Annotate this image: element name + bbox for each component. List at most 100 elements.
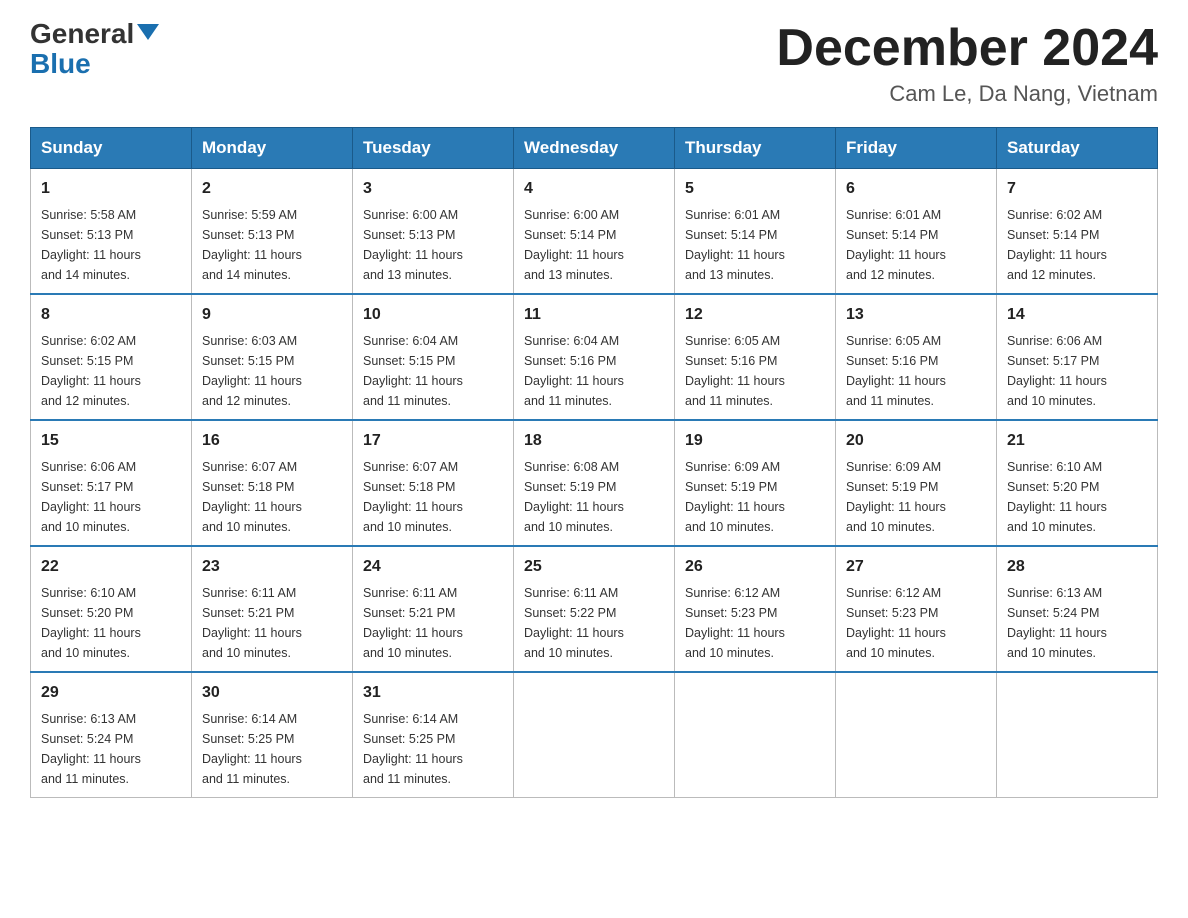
day-number: 4 [524,177,664,201]
header-tuesday: Tuesday [353,128,514,169]
day-number: 29 [41,681,181,705]
day-info: Sunrise: 6:03 AM Sunset: 5:15 PM Dayligh… [202,331,342,411]
day-info: Sunrise: 6:12 AM Sunset: 5:23 PM Dayligh… [685,583,825,663]
day-cell: 28 Sunrise: 6:13 AM Sunset: 5:24 PM Dayl… [997,546,1158,672]
day-cell: 6 Sunrise: 6:01 AM Sunset: 5:14 PM Dayli… [836,169,997,295]
week-row-1: 1 Sunrise: 5:58 AM Sunset: 5:13 PM Dayli… [31,169,1158,295]
calendar-subtitle: Cam Le, Da Nang, Vietnam [776,81,1158,107]
day-cell: 27 Sunrise: 6:12 AM Sunset: 5:23 PM Dayl… [836,546,997,672]
day-info: Sunrise: 6:11 AM Sunset: 5:21 PM Dayligh… [202,583,342,663]
day-info: Sunrise: 6:10 AM Sunset: 5:20 PM Dayligh… [41,583,181,663]
day-cell: 21 Sunrise: 6:10 AM Sunset: 5:20 PM Dayl… [997,420,1158,546]
day-cell: 1 Sunrise: 5:58 AM Sunset: 5:13 PM Dayli… [31,169,192,295]
day-cell: 29 Sunrise: 6:13 AM Sunset: 5:24 PM Dayl… [31,672,192,798]
page-header: General Blue December 2024 Cam Le, Da Na… [30,20,1158,107]
header-saturday: Saturday [997,128,1158,169]
day-info: Sunrise: 6:02 AM Sunset: 5:14 PM Dayligh… [1007,205,1147,285]
day-cell [514,672,675,798]
day-number: 22 [41,555,181,579]
day-number: 18 [524,429,664,453]
logo-text-general: General [30,20,134,48]
day-info: Sunrise: 6:09 AM Sunset: 5:19 PM Dayligh… [685,457,825,537]
day-number: 16 [202,429,342,453]
day-number: 3 [363,177,503,201]
day-info: Sunrise: 6:11 AM Sunset: 5:22 PM Dayligh… [524,583,664,663]
day-cell: 17 Sunrise: 6:07 AM Sunset: 5:18 PM Dayl… [353,420,514,546]
day-cell: 2 Sunrise: 5:59 AM Sunset: 5:13 PM Dayli… [192,169,353,295]
day-cell: 25 Sunrise: 6:11 AM Sunset: 5:22 PM Dayl… [514,546,675,672]
day-cell: 18 Sunrise: 6:08 AM Sunset: 5:19 PM Dayl… [514,420,675,546]
day-number: 20 [846,429,986,453]
day-info: Sunrise: 6:12 AM Sunset: 5:23 PM Dayligh… [846,583,986,663]
day-cell: 5 Sunrise: 6:01 AM Sunset: 5:14 PM Dayli… [675,169,836,295]
day-number: 5 [685,177,825,201]
day-info: Sunrise: 6:01 AM Sunset: 5:14 PM Dayligh… [685,205,825,285]
days-of-week-row: Sunday Monday Tuesday Wednesday Thursday… [31,128,1158,169]
day-number: 9 [202,303,342,327]
day-cell: 22 Sunrise: 6:10 AM Sunset: 5:20 PM Dayl… [31,546,192,672]
day-cell: 23 Sunrise: 6:11 AM Sunset: 5:21 PM Dayl… [192,546,353,672]
day-info: Sunrise: 6:10 AM Sunset: 5:20 PM Dayligh… [1007,457,1147,537]
day-info: Sunrise: 6:06 AM Sunset: 5:17 PM Dayligh… [41,457,181,537]
calendar-table: Sunday Monday Tuesday Wednesday Thursday… [30,127,1158,798]
logo: General Blue [30,20,159,78]
day-number: 10 [363,303,503,327]
day-number: 14 [1007,303,1147,327]
day-info: Sunrise: 6:07 AM Sunset: 5:18 PM Dayligh… [202,457,342,537]
day-info: Sunrise: 6:08 AM Sunset: 5:19 PM Dayligh… [524,457,664,537]
day-cell: 31 Sunrise: 6:14 AM Sunset: 5:25 PM Dayl… [353,672,514,798]
day-number: 11 [524,303,664,327]
day-number: 27 [846,555,986,579]
day-info: Sunrise: 5:59 AM Sunset: 5:13 PM Dayligh… [202,205,342,285]
day-info: Sunrise: 6:00 AM Sunset: 5:13 PM Dayligh… [363,205,503,285]
day-number: 17 [363,429,503,453]
day-cell: 8 Sunrise: 6:02 AM Sunset: 5:15 PM Dayli… [31,294,192,420]
day-number: 6 [846,177,986,201]
day-cell: 15 Sunrise: 6:06 AM Sunset: 5:17 PM Dayl… [31,420,192,546]
day-cell [997,672,1158,798]
day-cell: 13 Sunrise: 6:05 AM Sunset: 5:16 PM Dayl… [836,294,997,420]
header-wednesday: Wednesday [514,128,675,169]
day-info: Sunrise: 6:01 AM Sunset: 5:14 PM Dayligh… [846,205,986,285]
day-cell: 4 Sunrise: 6:00 AM Sunset: 5:14 PM Dayli… [514,169,675,295]
day-info: Sunrise: 6:05 AM Sunset: 5:16 PM Dayligh… [846,331,986,411]
day-number: 30 [202,681,342,705]
day-number: 25 [524,555,664,579]
day-cell: 12 Sunrise: 6:05 AM Sunset: 5:16 PM Dayl… [675,294,836,420]
calendar-title: December 2024 [776,20,1158,77]
day-number: 2 [202,177,342,201]
week-row-4: 22 Sunrise: 6:10 AM Sunset: 5:20 PM Dayl… [31,546,1158,672]
day-cell: 30 Sunrise: 6:14 AM Sunset: 5:25 PM Dayl… [192,672,353,798]
day-cell: 16 Sunrise: 6:07 AM Sunset: 5:18 PM Dayl… [192,420,353,546]
day-info: Sunrise: 6:09 AM Sunset: 5:19 PM Dayligh… [846,457,986,537]
title-area: December 2024 Cam Le, Da Nang, Vietnam [776,20,1158,107]
day-cell: 20 Sunrise: 6:09 AM Sunset: 5:19 PM Dayl… [836,420,997,546]
day-info: Sunrise: 5:58 AM Sunset: 5:13 PM Dayligh… [41,205,181,285]
week-row-5: 29 Sunrise: 6:13 AM Sunset: 5:24 PM Dayl… [31,672,1158,798]
day-number: 12 [685,303,825,327]
day-cell: 26 Sunrise: 6:12 AM Sunset: 5:23 PM Dayl… [675,546,836,672]
day-info: Sunrise: 6:04 AM Sunset: 5:15 PM Dayligh… [363,331,503,411]
day-number: 26 [685,555,825,579]
week-row-3: 15 Sunrise: 6:06 AM Sunset: 5:17 PM Dayl… [31,420,1158,546]
day-number: 28 [1007,555,1147,579]
day-number: 15 [41,429,181,453]
day-number: 24 [363,555,503,579]
day-number: 31 [363,681,503,705]
day-cell [836,672,997,798]
day-info: Sunrise: 6:07 AM Sunset: 5:18 PM Dayligh… [363,457,503,537]
day-number: 1 [41,177,181,201]
day-cell: 9 Sunrise: 6:03 AM Sunset: 5:15 PM Dayli… [192,294,353,420]
day-info: Sunrise: 6:05 AM Sunset: 5:16 PM Dayligh… [685,331,825,411]
day-info: Sunrise: 6:06 AM Sunset: 5:17 PM Dayligh… [1007,331,1147,411]
header-sunday: Sunday [31,128,192,169]
day-cell: 11 Sunrise: 6:04 AM Sunset: 5:16 PM Dayl… [514,294,675,420]
day-cell: 7 Sunrise: 6:02 AM Sunset: 5:14 PM Dayli… [997,169,1158,295]
day-cell: 19 Sunrise: 6:09 AM Sunset: 5:19 PM Dayl… [675,420,836,546]
day-number: 19 [685,429,825,453]
header-monday: Monday [192,128,353,169]
day-number: 7 [1007,177,1147,201]
day-cell: 3 Sunrise: 6:00 AM Sunset: 5:13 PM Dayli… [353,169,514,295]
day-info: Sunrise: 6:00 AM Sunset: 5:14 PM Dayligh… [524,205,664,285]
day-info: Sunrise: 6:13 AM Sunset: 5:24 PM Dayligh… [1007,583,1147,663]
